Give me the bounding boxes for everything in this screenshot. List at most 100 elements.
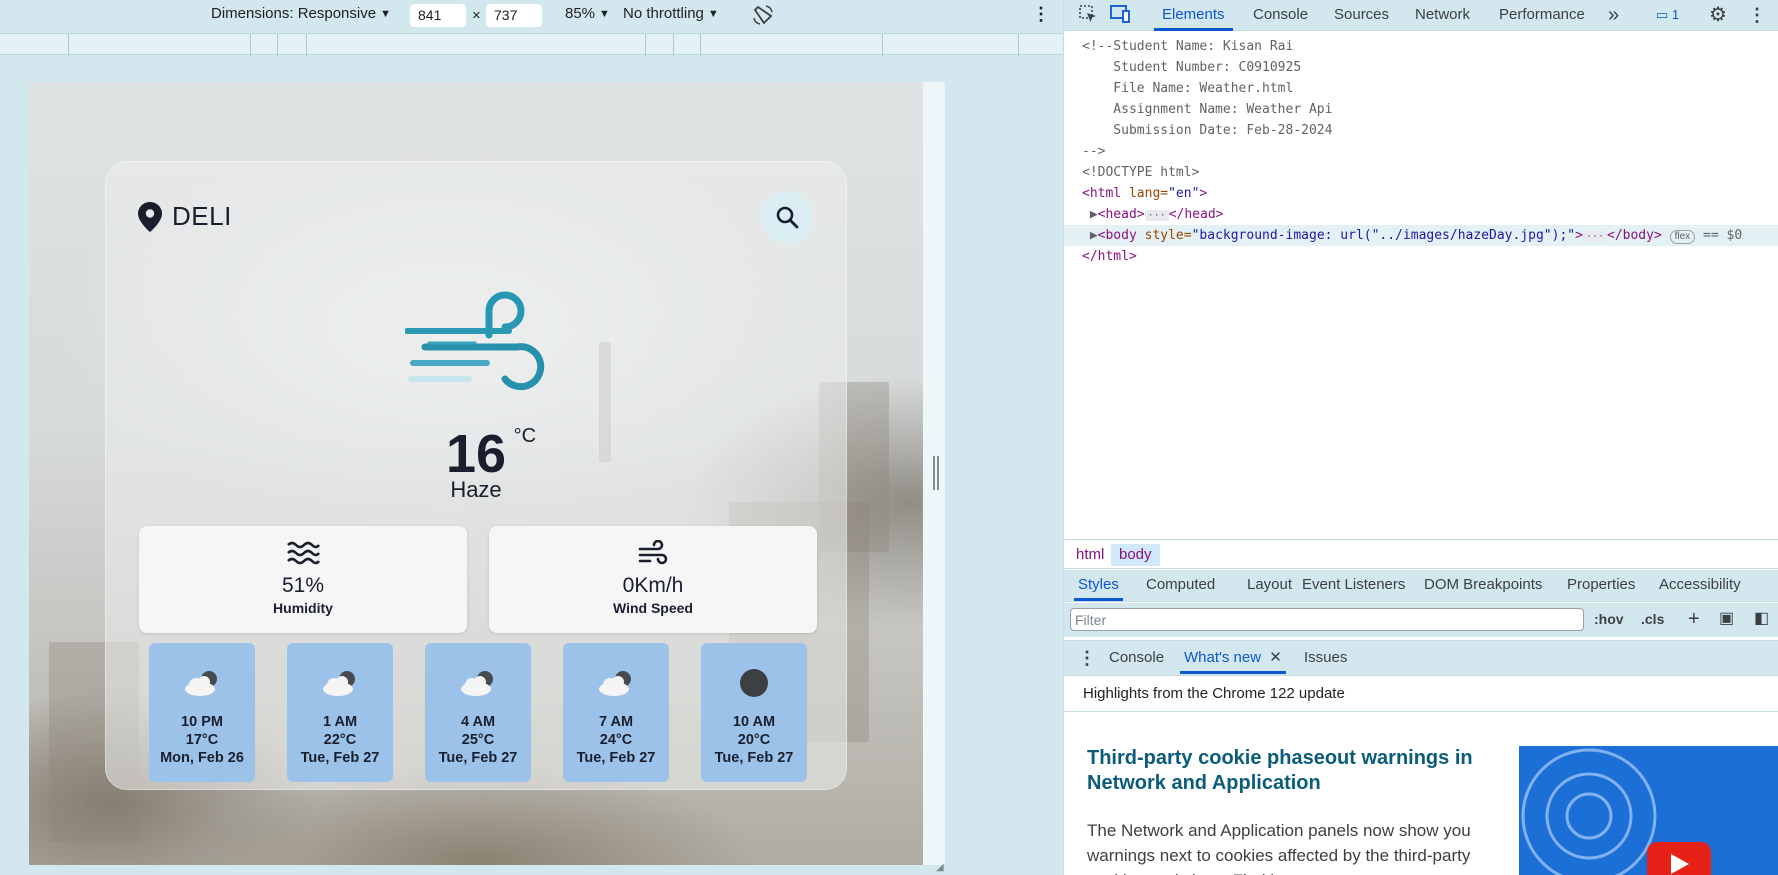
- chevron-down-icon: ▼: [380, 7, 391, 20]
- drawer-menu-icon[interactable]: ⋮: [1078, 643, 1096, 674]
- forecast-time: 4 AM: [460, 714, 496, 730]
- humidity-value: 51%: [281, 574, 325, 597]
- tab-computed[interactable]: Computed: [1146, 570, 1215, 601]
- tab-network[interactable]: Network: [1415, 0, 1470, 31]
- chevron-down-icon: ▼: [599, 7, 610, 20]
- humidity-panel: 51% Humidity: [139, 526, 467, 633]
- forecast-temp: 17°C: [185, 732, 219, 748]
- tab-properties[interactable]: Properties: [1567, 570, 1635, 601]
- tab-performance[interactable]: Performance: [1499, 0, 1585, 31]
- tab-console[interactable]: Console: [1253, 0, 1308, 31]
- search-icon: [776, 206, 799, 229]
- cloud-night-icon: [323, 671, 355, 696]
- temperature-unit: °C: [513, 425, 537, 447]
- times-sign: ×: [472, 7, 481, 24]
- devtools-more-icon[interactable]: ⋮: [1748, 0, 1766, 31]
- location-name: DELI: [172, 201, 232, 231]
- hov-toggle[interactable]: :hov: [1594, 604, 1624, 635]
- humidity-waves-icon: [287, 541, 320, 565]
- body-node[interactable]: ▶<body style="background-image: url("../…: [1064, 225, 1778, 246]
- breadcrumb-body[interactable]: body: [1111, 544, 1160, 566]
- breadcrumb-html[interactable]: html: [1068, 544, 1112, 566]
- tab-event-listeners[interactable]: Event Listeners: [1302, 570, 1405, 601]
- height-input[interactable]: 737: [486, 4, 542, 27]
- dark-circle-icon: [740, 669, 768, 697]
- sidebar-toggle-icon[interactable]: ◧: [1754, 604, 1769, 635]
- haze-wind-icon: [405, 291, 545, 391]
- expand-arrow-icon[interactable]: ▶: [1090, 228, 1098, 243]
- head-node[interactable]: ▶<head> ··· </head>: [1082, 204, 1778, 225]
- inspect-element-icon[interactable]: [1078, 4, 1098, 28]
- weather-card: DELI 16 °C Haze 51% Humidity 0Km/h Wind …: [105, 161, 847, 790]
- wind-speed-label: Wind Speed: [613, 600, 693, 616]
- issues-count: 1: [1671, 7, 1680, 22]
- device-toggle-icon[interactable]: [1109, 4, 1131, 28]
- dom-tree[interactable]: <!--Student Name: Kisan Rai Student Numb…: [1064, 36, 1778, 267]
- flex-badge[interactable]: flex: [1669, 230, 1696, 244]
- forecast-temp: 22°C: [323, 732, 357, 748]
- add-rule-icon[interactable]: +: [1688, 604, 1700, 635]
- dimensions-dropdown[interactable]: Dimensions: Responsive ▼: [211, 5, 391, 22]
- forecast-card: 10 AM 20°C Tue, Feb 27: [701, 643, 807, 782]
- tab-accessibility[interactable]: Accessibility: [1659, 570, 1741, 601]
- paint-brush-icon[interactable]: ▣: [1719, 604, 1734, 635]
- filter-input[interactable]: Filter: [1070, 608, 1584, 631]
- tab-styles[interactable]: Styles: [1074, 570, 1123, 601]
- search-button[interactable]: [761, 191, 813, 243]
- forecast-date: Tue, Feb 27: [438, 750, 518, 766]
- forecast-card: 7 AM 24°C Tue, Feb 27: [563, 643, 669, 782]
- media-query-ruler[interactable]: [0, 33, 1063, 56]
- device-emulation-area: Dimensions: Responsive ▼ 841 × 737 85% ▼…: [0, 0, 1063, 875]
- zoom-label: 85%: [565, 5, 596, 22]
- throttling-dropdown[interactable]: No throttling ▼: [623, 5, 719, 22]
- forecast-time: 1 AM: [322, 714, 358, 730]
- article-thumbnail[interactable]: [1519, 746, 1778, 875]
- wind-icon: [638, 540, 668, 565]
- zoom-dropdown[interactable]: 85% ▼: [565, 5, 610, 22]
- forecast-card: 4 AM 25°C Tue, Feb 27: [425, 643, 531, 782]
- html-comment-line: -->: [1082, 144, 1106, 159]
- doctype-line: <!DOCTYPE html>: [1082, 165, 1200, 180]
- forecast-temp: 25°C: [461, 732, 495, 748]
- devtools-panel: Elements Console Sources Network Perform…: [1063, 0, 1778, 875]
- forecast-date: Tue, Feb 27: [714, 750, 794, 766]
- html-open-node[interactable]: <html lang="en">: [1082, 183, 1778, 204]
- corner-resize-icon[interactable]: ◢: [936, 862, 944, 873]
- collapsed-ellipsis[interactable]: ···: [1144, 210, 1169, 221]
- tab-layout[interactable]: Layout: [1247, 570, 1292, 601]
- settings-gear-icon[interactable]: ⚙: [1709, 0, 1727, 31]
- more-tabs-icon[interactable]: »: [1608, 0, 1619, 31]
- forecast-time: 10 PM: [181, 714, 223, 730]
- tab-elements[interactable]: Elements: [1154, 0, 1233, 31]
- drawer-tab-whats-new[interactable]: What's new ✕: [1180, 643, 1286, 674]
- forecast-time: 10 AM: [732, 714, 776, 730]
- forecast-card: 1 AM 22°C Tue, Feb 27: [287, 643, 393, 782]
- drawer-tabbar: ⋮ Console What's new ✕ Issues: [1064, 640, 1778, 676]
- rotate-icon[interactable]: [751, 3, 775, 27]
- collapsed-ellipsis[interactable]: ···: [1582, 231, 1607, 242]
- html-comment-line: Submission Date: Feb-28-2024: [1082, 123, 1333, 138]
- drawer-tab-issues[interactable]: Issues: [1304, 643, 1347, 674]
- forecast-time: 7 AM: [598, 714, 634, 730]
- drawer-tab-console[interactable]: Console: [1109, 643, 1164, 674]
- tab-sources[interactable]: Sources: [1334, 0, 1389, 31]
- cloud-night-icon: [599, 671, 631, 696]
- close-icon[interactable]: ✕: [1269, 649, 1282, 666]
- more-options-icon[interactable]: ⋮: [1032, 4, 1050, 25]
- article-title[interactable]: Third-party cookie phaseout warnings in …: [1087, 746, 1487, 796]
- forecast-date: Mon, Feb 26: [160, 750, 244, 766]
- html-comment-line: File Name: Weather.html: [1082, 81, 1294, 96]
- tab-dom-breakpoints[interactable]: DOM Breakpoints: [1424, 570, 1542, 601]
- styles-filter-bar: Filter :hov .cls + ▣ ◧: [1064, 603, 1778, 637]
- resize-handle[interactable]: [933, 456, 939, 490]
- throttling-label: No throttling: [623, 5, 704, 22]
- html-comment-line: Assignment Name: Weather Api: [1082, 102, 1333, 117]
- temperature-value: 16 °C: [445, 424, 537, 484]
- width-input[interactable]: 841: [410, 4, 466, 27]
- expand-arrow-icon[interactable]: ▶: [1090, 207, 1098, 222]
- html-comment-line: <!--Student Name: Kisan Rai: [1082, 39, 1294, 54]
- video-thumbnail-icon: [1521, 748, 1711, 875]
- issues-counter[interactable]: ▭ 1: [1656, 0, 1679, 31]
- forecast-date: Tue, Feb 27: [576, 750, 656, 766]
- cls-toggle[interactable]: .cls: [1641, 604, 1664, 635]
